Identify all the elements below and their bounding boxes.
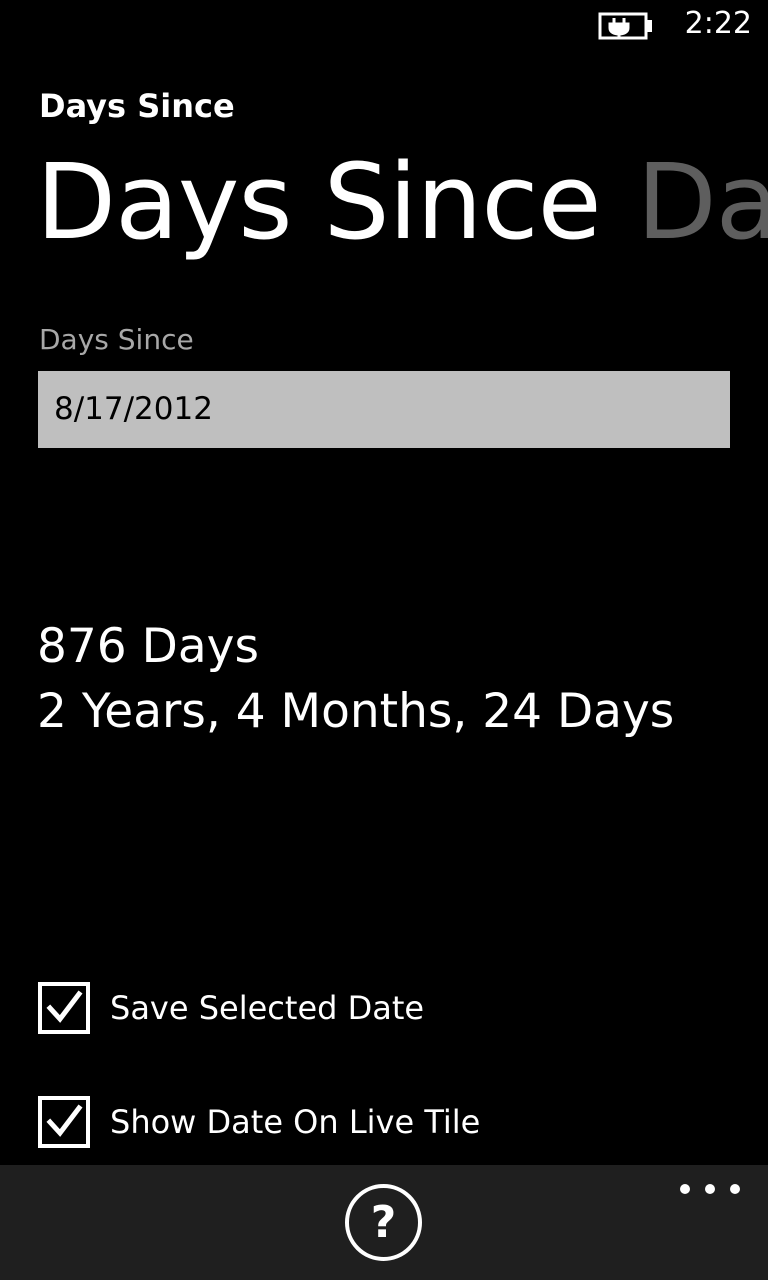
show-date-live-tile-option[interactable]: Show Date On Live Tile: [38, 1096, 480, 1148]
pivot-tab-days-since[interactable]: Days Since: [36, 142, 602, 262]
app-bar: ?: [0, 1165, 768, 1280]
app-title: Days Since: [39, 87, 235, 125]
save-selected-date-option[interactable]: Save Selected Date: [38, 982, 424, 1034]
checkmark-icon: [46, 990, 83, 1023]
ellipsis-dot: [680, 1184, 690, 1194]
ellipsis-icon[interactable]: [680, 1175, 740, 1203]
pivot-header: Days Since Dat: [36, 142, 768, 262]
date-picker-field[interactable]: 8/17/2012: [38, 371, 730, 448]
save-selected-date-checkbox[interactable]: [38, 982, 90, 1034]
save-selected-date-label: Save Selected Date: [110, 989, 425, 1027]
clock: 2:22: [684, 6, 752, 41]
battery-charging-icon: [598, 12, 654, 40]
duration-breakdown-text: 2 Years, 4 Months, 24 Days: [37, 684, 675, 739]
screen: 2:22 Days Since Days Since Dat Days Since…: [0, 0, 768, 1280]
show-date-live-tile-label: Show Date On Live Tile: [110, 1103, 481, 1141]
checkmark-icon: [46, 1104, 83, 1137]
date-field-label: Days Since: [39, 323, 194, 356]
ellipsis-dot: [705, 1184, 715, 1194]
total-days-text: 876 Days: [37, 619, 259, 674]
show-date-live-tile-checkbox[interactable]: [38, 1096, 90, 1148]
help-button[interactable]: ?: [345, 1184, 422, 1261]
question-mark-icon: ?: [370, 1196, 397, 1248]
ellipsis-dot: [730, 1184, 740, 1194]
pivot-tab-next[interactable]: Dat: [637, 142, 768, 262]
status-bar: 2:22: [0, 0, 768, 50]
